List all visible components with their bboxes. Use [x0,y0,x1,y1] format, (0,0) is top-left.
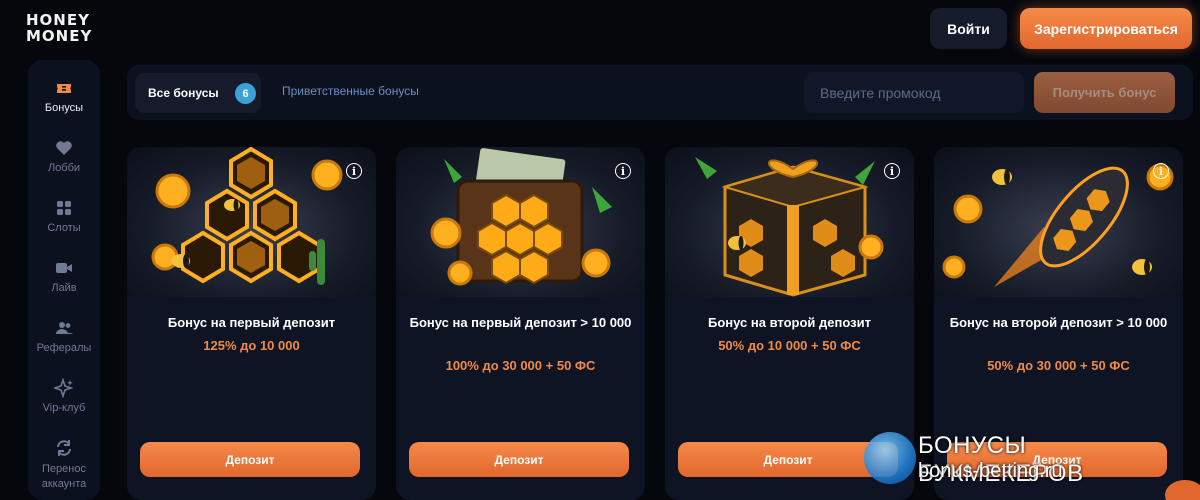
deposit-button[interactable]: Депозит [409,442,629,477]
tab-all-label: Все бонусы [148,86,219,100]
bonus-card: i Бонус на первый депозит 125% до 10 000… [127,147,376,500]
info-icon[interactable]: i [1153,163,1169,179]
watermark-url: bonus-betting.ru [918,460,1063,482]
login-button[interactable]: Войти [930,8,1007,49]
promo-code-input[interactable] [804,72,1024,113]
card-title: Бонус на второй депозит [708,315,871,330]
soccer-ball-icon [864,432,916,484]
deposit-button[interactable]: Депозит [140,442,360,477]
honeycomb-illustration: i [127,147,376,297]
logo[interactable]: HONEY MONEY [26,12,92,44]
sidebar-item-vip[interactable]: Vip-клуб [28,377,100,414]
sidebar-item-label: Vip-клуб [42,402,86,414]
sparkle-icon [52,377,74,399]
video-camera-icon [54,258,74,278]
card-value: 50% до 30 000 + 50 ФС [987,358,1130,373]
watermark: БОНУСЫ БУКМЕКЕРОВ bonus-betting.ru [862,428,1192,488]
register-button[interactable]: Зарегистрироваться [1020,8,1192,49]
card-value: 100% до 30 000 + 50 ФС [445,358,596,373]
sidebar-item-account-transfer[interactable]: Перенос аккаунта [28,438,100,492]
grid-icon [54,198,74,218]
sidebar-item-lobby[interactable]: Лобби [28,138,100,174]
wallet-illustration: i [396,147,645,297]
sidebar: Бонусы Лобби Слоты Лайв Рефералы Vip-клу… [28,60,100,500]
sidebar-item-label: Перенос аккаунта [41,463,87,490]
sidebar-item-label: Бонусы [44,102,84,114]
info-icon[interactable]: i [884,163,900,179]
card-title: Бонус на второй депозит > 10 000 [949,315,1168,330]
tab-count-badge: 6 [235,83,256,104]
card-value: 125% до 10 000 [203,338,300,353]
ticket-icon [54,78,74,98]
info-icon[interactable]: i [615,163,631,179]
tab-welcome-bonuses[interactable]: Приветственные бонусы [282,84,419,98]
bonus-filter-bar: Все бонусы 6 Приветственные бонусы Получ… [127,65,1193,120]
sidebar-item-live[interactable]: Лайв [28,258,100,294]
users-icon [54,318,74,338]
info-icon[interactable]: i [346,163,362,179]
logo-line2: MONEY [26,27,93,45]
card-value: 50% до 10 000 + 50 ФС [718,338,861,353]
gift-box-illustration: i [665,147,914,297]
sidebar-item-bonuses[interactable]: Бонусы [28,78,100,114]
sidebar-item-label: Рефералы [36,342,92,354]
sidebar-item-slots[interactable]: Слоты [28,198,100,234]
sidebar-item-label: Слоты [47,222,81,234]
sidebar-item-referrals[interactable]: Рефералы [28,318,100,354]
card-title: Бонус на первый депозит > 10 000 [409,315,632,330]
heart-icon [54,138,74,158]
sidebar-item-label: Лайв [51,282,77,294]
logo-line1: HONEY [26,11,90,29]
bonus-card: i Бонус на первый депозит > 10 000 100% … [396,147,645,500]
get-bonus-button[interactable]: Получить бонус [1034,72,1175,113]
tab-all-bonuses[interactable]: Все бонусы 6 [135,73,261,113]
sidebar-item-label: Лобби [47,162,81,174]
rocket-illustration: i [934,147,1183,297]
card-title: Бонус на первый депозит [167,315,336,330]
transfer-icon [54,438,74,458]
